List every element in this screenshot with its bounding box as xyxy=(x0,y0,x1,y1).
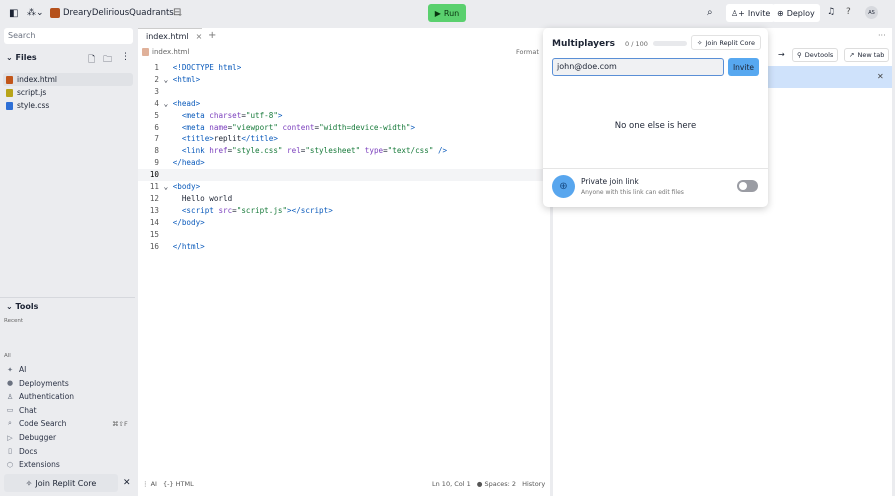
project-selector[interactable]: DrearyDeliriousQuadrants ⌄ xyxy=(50,8,183,18)
files-header[interactable]: ⌄ Files xyxy=(6,53,37,62)
shortcut: ⌘⇧F xyxy=(112,419,128,428)
file-script-js[interactable]: script.js xyxy=(6,88,46,97)
deploy-button[interactable]: ⊕ Deploy xyxy=(772,4,820,22)
html-file-icon xyxy=(6,75,13,84)
language-status[interactable]: {-} HTML xyxy=(163,480,194,488)
deploy-icon: ⊕ xyxy=(777,8,784,18)
tool-icon: ⌕ xyxy=(8,419,12,428)
more-icon[interactable]: ⋮ xyxy=(121,52,130,62)
css-file-icon xyxy=(6,101,13,110)
sparkle-icon: ✧ xyxy=(25,478,33,488)
private-link-toggle[interactable] xyxy=(737,180,758,192)
status-bar-right: Ln 10, Col 1 ● Spaces: 2 History xyxy=(432,480,545,488)
private-link-description: Anyone with this link can edit files xyxy=(581,189,684,196)
format-button[interactable]: Format xyxy=(516,48,539,56)
recent-label: Recent xyxy=(4,318,24,324)
empty-message: No one else is here xyxy=(614,121,697,131)
close-tab-icon[interactable]: × xyxy=(196,32,203,41)
cursor-position[interactable]: Ln 10, Col 1 xyxy=(432,480,471,488)
invite-button[interactable]: Invite xyxy=(728,58,759,76)
search-input[interactable]: Search xyxy=(4,28,133,44)
tool-debugger[interactable]: ▷ Debugger xyxy=(6,433,56,442)
wrench-icon: ⚲ xyxy=(797,51,802,59)
tool-extensions[interactable]: ⬡ Extensions xyxy=(6,460,60,469)
help-icon[interactable]: ? xyxy=(846,7,851,17)
avatar[interactable]: AS xyxy=(865,6,878,19)
join-replit-core-button[interactable]: ✧ Join Replit Core xyxy=(4,474,118,492)
tool-icon: ✦ xyxy=(7,365,13,374)
member-count: 0 / 100 xyxy=(625,40,648,48)
play-icon: ▶ xyxy=(434,8,441,18)
new-folder-icon[interactable]: 🗀 xyxy=(103,52,112,68)
tools-header[interactable]: ⌄ Tools xyxy=(6,302,38,311)
globe-icon: ⊕ xyxy=(552,175,575,198)
external-link-icon: ↗ xyxy=(849,51,855,59)
tool-icon: ▭ xyxy=(6,406,14,415)
divider xyxy=(0,297,135,298)
bell-icon[interactable]: ♫ xyxy=(827,7,835,17)
new-tab-icon[interactable]: + xyxy=(208,30,216,41)
divider xyxy=(543,168,768,169)
multiplayers-popup: Multiplayers 0 / 100 ✧ Join Replit Core j… xyxy=(543,28,768,207)
layout-icon[interactable]: ⊟ xyxy=(173,7,181,18)
join-replit-core-button[interactable]: ✧ Join Replit Core xyxy=(691,35,761,50)
close-banner-icon[interactable]: ✕ xyxy=(877,72,884,81)
private-link-title: Private join link xyxy=(581,177,639,186)
tool-code-search[interactable]: ⌕ Code Search ⌘⇧F xyxy=(6,419,128,428)
ai-status[interactable]: ⋮ AI xyxy=(142,480,157,488)
member-progress-bar xyxy=(653,41,687,46)
tool-authentication[interactable]: ♙ Authentication xyxy=(6,392,74,401)
more-icon[interactable]: ··· xyxy=(878,31,886,40)
new-tab-button[interactable]: ↗ New tab xyxy=(844,48,890,62)
new-file-icon[interactable]: 🗋 xyxy=(88,52,95,68)
file-style-css[interactable]: style.css xyxy=(6,101,49,110)
top-bar: ◧ ⁂⌄ DrearyDeliriousQuadrants ⌄ ⊟ ▶ Run ⌕ … xyxy=(0,0,895,28)
code-content[interactable]: 1 <!DOCTYPE html> 2 ⌄ <html> 3 4 ⌄ <head… xyxy=(145,62,447,253)
status-bar-left: ⋮ AI {-} HTML xyxy=(142,480,194,488)
sidebar-toggle-icon[interactable]: ◧ xyxy=(9,8,18,19)
sparkle-icon: ✧ xyxy=(697,38,703,47)
tool-icon: ⬡ xyxy=(6,460,14,469)
tool-deployments[interactable]: ● Deployments xyxy=(6,379,69,388)
history-button[interactable]: History xyxy=(522,480,545,488)
project-name: DrearyDeliriousQuadrants xyxy=(63,8,174,18)
tool-ai[interactable]: ✦ AI xyxy=(6,365,26,374)
tool-icon: ● xyxy=(6,379,14,388)
workspace-menu-icon[interactable]: ⁂⌄ xyxy=(27,8,44,18)
file-index-html[interactable]: index.html xyxy=(6,75,57,84)
popup-title: Multiplayers xyxy=(552,39,615,49)
spaces-status[interactable]: ● Spaces: 2 xyxy=(477,480,516,488)
html-file-icon xyxy=(142,48,149,56)
search-icon[interactable]: ⌕ xyxy=(707,7,713,18)
invite-button[interactable]: ♙+ Invite xyxy=(726,4,776,22)
project-icon xyxy=(50,8,60,18)
email-input[interactable]: john@doe.com xyxy=(552,58,724,76)
tool-chat[interactable]: ▭ Chat xyxy=(6,406,37,415)
tool-icon: ▷ xyxy=(7,433,13,442)
add-user-icon: ♙+ xyxy=(731,8,745,18)
all-label: All xyxy=(4,353,11,359)
run-button[interactable]: ▶ Run xyxy=(428,4,466,22)
js-file-icon xyxy=(6,88,13,97)
go-arrow-icon[interactable]: → xyxy=(778,50,785,59)
breadcrumb[interactable]: index.html xyxy=(142,48,189,56)
devtools-button[interactable]: ⚲ Devtools xyxy=(792,48,839,62)
tool-icon: ▯ xyxy=(8,447,12,456)
tab-index-html[interactable]: index.html × xyxy=(138,28,202,44)
tool-icon: ♙ xyxy=(6,392,14,401)
tool-docs[interactable]: ▯ Docs xyxy=(6,447,37,456)
close-icon[interactable]: ✕ xyxy=(123,478,131,488)
